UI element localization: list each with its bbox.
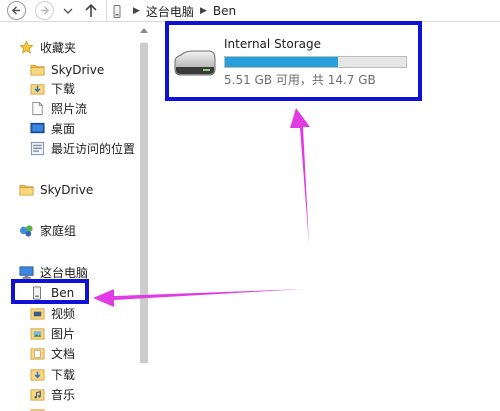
sidebar-item-label: 下载	[51, 368, 76, 382]
breadcrumb-this-pc[interactable]: 这台电脑	[146, 3, 194, 20]
sidebar-item-downloads[interactable]: 下载	[29, 79, 75, 98]
sidebar-item-label: SkyDrive	[51, 62, 105, 77]
music-folder-icon	[29, 387, 45, 403]
sidebar-item-downloads-pc[interactable]: 下载	[29, 365, 75, 384]
sidebar-item-recent-places[interactable]: 最近访问的位置	[29, 139, 135, 158]
folder-icon	[18, 182, 34, 198]
arrow-left-icon	[11, 6, 21, 15]
sidebar-item-skydrive[interactable]: SkyDrive	[18, 180, 93, 199]
navigation-pane: 收藏夹 SkyDrive 下载 照片流 桌面 最近访问的位置 SkyDrive …	[0, 23, 152, 411]
desktop-icon	[29, 121, 45, 137]
sidebar-scrollbar[interactable]	[137, 23, 150, 411]
documents-folder-icon	[29, 346, 45, 362]
address-bar[interactable]: ▶ 这台电脑 ▶ Ben	[106, 0, 500, 22]
sidebar-item-label: 家庭组	[40, 224, 77, 238]
downloads-icon	[29, 81, 45, 97]
sidebar-item-label: 最近访问的位置	[51, 142, 136, 156]
up-arrow-icon[interactable]	[84, 3, 98, 18]
sidebar-item-photostream[interactable]: 照片流	[29, 99, 87, 118]
sidebar-item-partial[interactable]	[29, 405, 51, 411]
sidebar-item-desktop[interactable]: 桌面	[29, 119, 75, 138]
sidebar-item-label: 视频	[51, 307, 76, 321]
sidebar-item-label: 文档	[51, 347, 76, 361]
forward-button[interactable]	[35, 1, 54, 20]
sidebar-item-label: 照片流	[51, 102, 88, 116]
sidebar-item-label: 桌面	[51, 122, 76, 136]
sidebar-item-label: 图片	[51, 327, 76, 341]
sidebar-item-music[interactable]: 音乐	[29, 385, 75, 404]
sidebar-item-label: 收藏夹	[40, 41, 77, 55]
breadcrumb-separator: ▶	[199, 6, 207, 16]
folder-icon	[29, 407, 45, 411]
homegroup-icon	[18, 223, 34, 239]
sidebar-item-documents[interactable]: 文档	[29, 344, 75, 363]
sidebar-item-homegroup[interactable]: 家庭组	[18, 221, 76, 240]
highlight-box-drive	[165, 21, 422, 101]
navigation-bar: ▶ 这台电脑 ▶ Ben	[0, 0, 500, 22]
sidebar-item-label: SkyDrive	[40, 182, 94, 197]
highlight-box-ben	[11, 279, 89, 304]
breadcrumb-separator: ▶	[133, 6, 140, 16]
arrow-right-icon	[40, 6, 50, 15]
sidebar-item-skydrive-favorite[interactable]: SkyDrive	[29, 60, 104, 79]
pictures-folder-icon	[29, 326, 45, 342]
star-icon	[18, 40, 34, 56]
drive-small-icon	[113, 4, 121, 18]
scroll-thumb[interactable]	[140, 43, 148, 363]
sidebar-item-label: 音乐	[51, 388, 76, 402]
videos-folder-icon	[29, 306, 45, 322]
scroll-up-icon[interactable]	[140, 28, 148, 33]
recent-places-icon	[29, 141, 45, 157]
sidebar-item-label: 下载	[51, 82, 76, 96]
folder-icon	[29, 62, 45, 78]
recent-locations-chevron-icon[interactable]	[62, 5, 74, 17]
sidebar-item-favorites[interactable]: 收藏夹	[18, 38, 76, 57]
back-button[interactable]	[7, 1, 26, 20]
photostream-icon	[29, 101, 45, 117]
sidebar-item-pictures[interactable]: 图片	[29, 324, 75, 343]
breadcrumb-ben[interactable]: Ben	[213, 4, 236, 18]
downloads-folder-icon	[29, 367, 45, 383]
sidebar-item-videos[interactable]: 视频	[29, 304, 75, 323]
